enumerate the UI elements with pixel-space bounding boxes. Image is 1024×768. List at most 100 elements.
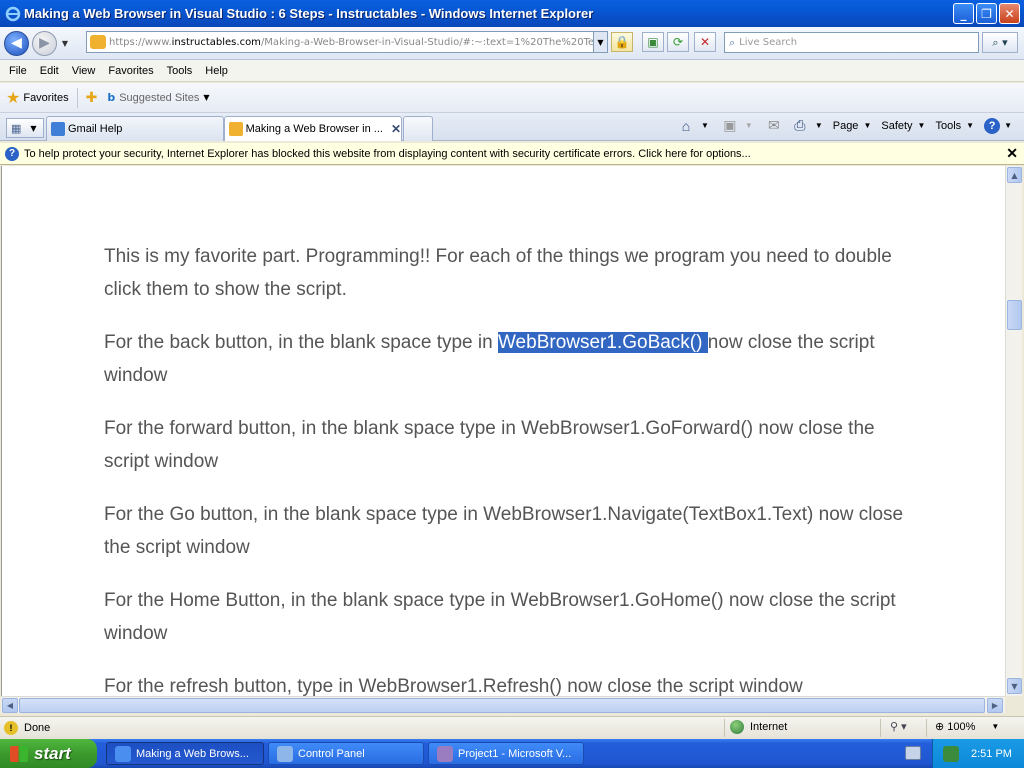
print-dropdown[interactable]: ▼: [815, 121, 823, 130]
window-title-bar[interactable]: Making a Web Browser in Visual Studio : …: [0, 0, 1024, 27]
search-button[interactable]: ⌕ ▾: [982, 32, 1018, 53]
security-lock-icon[interactable]: 🔒: [611, 32, 633, 52]
clock[interactable]: 2:51 PM: [971, 748, 1012, 760]
divider: [724, 719, 725, 737]
vertical-scrollbar[interactable]: ▲ ▼: [1005, 166, 1022, 696]
taskbar-item-visual-studio[interactable]: Project1 - Microsoft V...: [428, 742, 584, 765]
address-url[interactable]: https://www.instructables.com/Making-a-W…: [109, 37, 594, 48]
taskbar-item-ie[interactable]: Making a Web Brows...: [106, 742, 264, 765]
horizontal-scrollbar[interactable]: ◀ ▶: [1, 696, 1005, 713]
stop-button[interactable]: ✕: [694, 32, 716, 52]
back-button[interactable]: ◀: [4, 30, 29, 56]
tab-close-icon[interactable]: ✕: [391, 122, 401, 136]
taskbar-item-label: Making a Web Brows...: [136, 747, 249, 760]
paragraph-back-button: For the back button, in the blank space …: [104, 332, 875, 386]
divider: [880, 719, 881, 737]
menu-view[interactable]: View: [72, 65, 96, 77]
window-title: Making a Web Browser in Visual Studio : …: [24, 6, 594, 21]
home-dropdown[interactable]: ▼: [701, 121, 709, 130]
address-toolbar: ◀ ▶ ▼ https://www.instructables.com/Maki…: [0, 27, 1024, 60]
close-button[interactable]: ✕: [999, 3, 1020, 24]
ie-icon: [5, 6, 21, 21]
taskbar: start Making a Web Brows... Control Pane…: [0, 739, 1024, 768]
paragraph-home-button: For the Home Button, in the blank space …: [104, 590, 896, 644]
menu-help[interactable]: Help: [205, 65, 228, 77]
refresh-icon: ⟳: [672, 35, 684, 49]
ie-page-icon: [51, 122, 65, 136]
add-to-favorites-icon[interactable]: ✚: [86, 90, 98, 106]
close-infobar-icon[interactable]: ✕: [1006, 145, 1018, 162]
feeds-dropdown[interactable]: ▼: [745, 121, 753, 130]
tab-label: Gmail Help: [68, 123, 123, 135]
paragraph-go-button: For the Go button, in the blank space ty…: [104, 504, 904, 558]
feeds-icon[interactable]: ▣: [719, 117, 741, 134]
menu-file[interactable]: File: [9, 65, 27, 77]
start-label: start: [34, 743, 71, 763]
status-bar: ! Done Internet ⚲ ▾ ⊕ 100% ▼: [0, 716, 1024, 739]
stop-icon: ✕: [699, 35, 711, 49]
refresh-button[interactable]: ⟳: [667, 32, 689, 52]
info-message[interactable]: To help protect your security, Internet …: [24, 148, 751, 160]
scroll-down-icon[interactable]: ▼: [1007, 678, 1022, 694]
favorites-button[interactable]: Favorites: [23, 92, 68, 104]
zoom-control[interactable]: ⊕ 100% ▼: [935, 720, 999, 734]
safety-menu[interactable]: Safety: [881, 120, 912, 132]
safety-dropdown[interactable]: ▼: [918, 121, 926, 130]
address-dropdown[interactable]: ▼: [593, 32, 607, 52]
tools-dropdown[interactable]: ▼: [966, 121, 974, 130]
page-status-icon: !: [4, 721, 18, 735]
info-shield-icon: ?: [5, 146, 19, 161]
search-input[interactable]: ⌕ Live Search: [724, 32, 979, 53]
help-icon[interactable]: ?: [984, 117, 1001, 134]
menu-tools[interactable]: Tools: [167, 65, 193, 77]
search-icon: ⌕: [729, 35, 736, 49]
internet-zone-icon: [730, 720, 744, 734]
vertical-scroll-thumb[interactable]: [1007, 300, 1022, 330]
tab-list-dropdown[interactable]: ▼: [30, 124, 36, 133]
help-dropdown[interactable]: ▼: [1004, 121, 1012, 130]
recent-pages-dropdown[interactable]: ▼: [59, 39, 71, 48]
page-menu[interactable]: Page: [833, 120, 859, 132]
horizontal-scroll-thumb[interactable]: [19, 698, 985, 713]
taskbar-item-control-panel[interactable]: Control Panel: [268, 742, 424, 765]
maximize-button[interactable]: ❐: [976, 3, 997, 24]
suggested-sites-button[interactable]: Suggested Sites: [119, 92, 199, 104]
protected-mode-icon[interactable]: ⚲ ▾: [890, 720, 907, 733]
read-mail-icon[interactable]: ✉: [763, 117, 785, 134]
favorites-star-icon: ★: [6, 88, 21, 107]
tools-menu[interactable]: Tools: [935, 120, 961, 132]
page-dropdown[interactable]: ▼: [863, 121, 871, 130]
search-placeholder: Live Search: [739, 37, 798, 48]
home-icon[interactable]: ⌂: [675, 118, 697, 134]
new-tab-button[interactable]: [403, 116, 433, 141]
network-icon[interactable]: [943, 745, 959, 762]
scrollbar-corner: [1005, 696, 1022, 713]
scroll-right-icon[interactable]: ▶: [987, 698, 1003, 713]
start-button[interactable]: start: [0, 739, 97, 768]
information-bar[interactable]: ? To help protect your security, Interne…: [0, 143, 1024, 165]
zone-label: Internet: [750, 721, 788, 733]
quick-tabs-button[interactable]: ▦ ▼: [6, 118, 44, 138]
menu-favorites[interactable]: Favorites: [108, 65, 153, 77]
windows-logo-icon: [10, 745, 28, 762]
security-zone[interactable]: Internet: [730, 720, 787, 734]
status-text: Done: [24, 722, 51, 734]
address-bar[interactable]: https://www.instructables.com/Making-a-W…: [86, 31, 608, 53]
system-tray: 2:51 PM: [932, 739, 1024, 768]
print-icon[interactable]: ⎙: [789, 117, 811, 134]
zoom-dropdown[interactable]: ▼: [991, 722, 999, 731]
quick-tabs-icon: ▦: [11, 121, 22, 135]
scroll-left-icon[interactable]: ◀: [2, 698, 18, 713]
forward-arrow-icon: ▶: [39, 35, 50, 51]
tab-gmail-help[interactable]: Gmail Help: [46, 116, 224, 141]
menu-edit[interactable]: Edit: [40, 65, 59, 77]
tab-making-web-browser[interactable]: Making a Web Browser in ... ✕: [224, 116, 402, 141]
divider: [926, 719, 927, 737]
compatibility-view-button[interactable]: ▣: [642, 32, 664, 52]
minimize-button[interactable]: _: [953, 3, 974, 24]
selected-text: WebBrowser1.GoBack(): [497, 332, 708, 353]
keyboard-icon[interactable]: [905, 746, 921, 760]
forward-button[interactable]: ▶: [32, 30, 57, 56]
chevron-down-icon[interactable]: ▼: [203, 93, 209, 102]
scroll-up-icon[interactable]: ▲: [1007, 167, 1022, 183]
